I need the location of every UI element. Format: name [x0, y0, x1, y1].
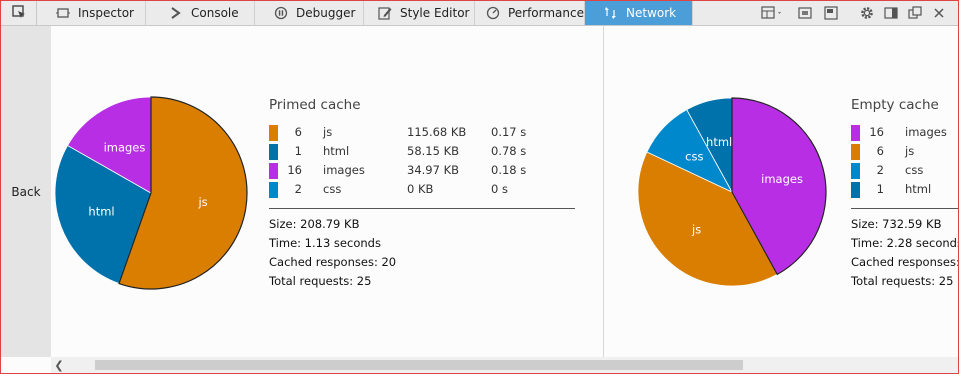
network-icon — [603, 5, 619, 21]
content-type: images — [323, 163, 365, 177]
tab-inspector[interactable]: Inspector — [37, 1, 146, 25]
empty-total-summary: Total requests: 25 — [851, 274, 954, 288]
load-time: 0.18 s — [491, 163, 527, 177]
empty-size-summary: Size: 732.59 KB — [851, 217, 942, 231]
request-count: 6 — [876, 144, 884, 158]
table-row: 6 js — [851, 144, 958, 160]
devtools-window: Inspector Console Debugger Style Editor … — [0, 0, 959, 374]
legend-swatch-images — [269, 163, 278, 179]
split-console-icon[interactable] — [759, 3, 787, 23]
primed-cached-summary: Cached responses: 20 — [269, 255, 397, 269]
table-row: 6 js 115.68 KB 0.17 s — [269, 125, 575, 141]
legend-swatch-js — [269, 125, 278, 141]
inspector-icon — [55, 5, 71, 21]
pie-label-js: js — [691, 223, 701, 237]
transfer-size: 0 KB — [407, 182, 434, 196]
tab-style-editor[interactable]: Style Editor — [364, 1, 475, 25]
load-time: 0.78 s — [491, 144, 527, 158]
tab-label: Console — [191, 6, 239, 20]
style-editor-icon — [377, 5, 393, 21]
legend-swatch-html — [269, 144, 278, 160]
panel-divider — [603, 26, 604, 357]
tab-debugger[interactable]: Debugger — [255, 1, 364, 25]
legend-swatch-css — [269, 182, 278, 198]
table-row: 1 html 58.15 KB 0.78 s — [269, 144, 575, 160]
dock-side-icon[interactable] — [881, 3, 901, 23]
empty-cache-title: Empty cache — [851, 97, 939, 113]
primed-size-summary: Size: 208.79 KB — [269, 217, 360, 231]
tab-performance[interactable]: Performance — [475, 1, 585, 25]
console-icon — [168, 5, 184, 21]
tab-label: Debugger — [296, 6, 356, 20]
picker-icon — [11, 4, 26, 23]
scroll-left-icon[interactable]: ❮ — [51, 357, 67, 373]
request-count: 16 — [869, 125, 884, 139]
pie-label-css: css — [685, 150, 703, 164]
pie-label-html: html — [88, 204, 114, 218]
empty-time-summary: Time: 2.28 seconds — [851, 236, 959, 250]
load-time: 0 s — [491, 182, 508, 196]
primed-time-summary: Time: 1.13 seconds — [269, 236, 381, 250]
table-row: 16 images — [851, 125, 958, 141]
transfer-size: 115.68 KB — [407, 125, 467, 139]
element-picker-button[interactable] — [1, 1, 37, 25]
primed-cache-pie-chart: js html images — [54, 96, 248, 290]
request-count: 2 — [876, 163, 884, 177]
toolbar-tools — [757, 1, 951, 25]
transfer-size: 34.97 KB — [407, 163, 460, 177]
primed-total-summary: Total requests: 25 — [269, 274, 372, 288]
legend-swatch-images — [851, 125, 860, 141]
screenshot-icon[interactable] — [795, 3, 815, 23]
summary-divider — [269, 208, 575, 209]
content-type: js — [905, 144, 915, 158]
table-row: 2 css — [851, 163, 958, 179]
undock-icon[interactable] — [905, 3, 925, 23]
load-time: 0.17 s — [491, 125, 527, 139]
content-type: html — [323, 144, 350, 158]
content-type: js — [323, 125, 333, 139]
table-row: 16 images 34.97 KB 0.18 s — [269, 163, 575, 179]
close-icon[interactable] — [929, 3, 949, 23]
scrollbar-thumb[interactable] — [95, 360, 743, 370]
tab-network[interactable]: Network — [585, 1, 693, 25]
summary-divider — [851, 208, 958, 209]
legend-swatch-js — [851, 144, 860, 160]
tab-console[interactable]: Console — [146, 1, 255, 25]
back-button[interactable]: Back — [1, 26, 51, 357]
table-row: 2 css 0 KB 0 s — [269, 182, 575, 198]
tab-label: Style Editor — [400, 6, 470, 20]
request-count: 16 — [287, 163, 302, 177]
horizontal-scrollbar[interactable]: ❮ — [51, 357, 958, 373]
debugger-icon — [273, 5, 289, 21]
pie-label-js: js — [197, 195, 207, 209]
content-type: css — [323, 182, 342, 196]
legend-swatch-css — [851, 163, 860, 179]
request-count: 1 — [876, 182, 884, 196]
primed-cache-title: Primed cache — [269, 97, 361, 113]
pie-label-images: images — [104, 140, 146, 154]
request-count: 1 — [294, 144, 302, 158]
pie-label-html: html — [706, 135, 732, 149]
tab-label: Inspector — [78, 6, 134, 20]
tab-label: Network — [626, 6, 677, 20]
content-type: css — [905, 163, 924, 177]
empty-cache-pie-chart: images js csshtml — [637, 97, 827, 287]
table-row: 1 html — [851, 182, 958, 198]
tab-label: Performance — [507, 6, 584, 20]
legend-swatch-html — [851, 182, 860, 198]
transfer-size: 58.15 KB — [407, 144, 460, 158]
responsive-mode-icon[interactable] — [821, 3, 841, 23]
request-count: 2 — [294, 182, 302, 196]
back-label: Back — [11, 184, 41, 199]
performance-icon — [485, 5, 501, 21]
request-count: 6 — [294, 125, 302, 139]
settings-icon[interactable] — [857, 3, 877, 23]
empty-cached-summary: Cached responses: 0 — [851, 255, 959, 269]
pie-label-images: images — [761, 172, 803, 186]
content-type: html — [905, 182, 932, 196]
content-type: images — [905, 125, 947, 139]
devtools-toolbar: Inspector Console Debugger Style Editor … — [1, 1, 958, 26]
